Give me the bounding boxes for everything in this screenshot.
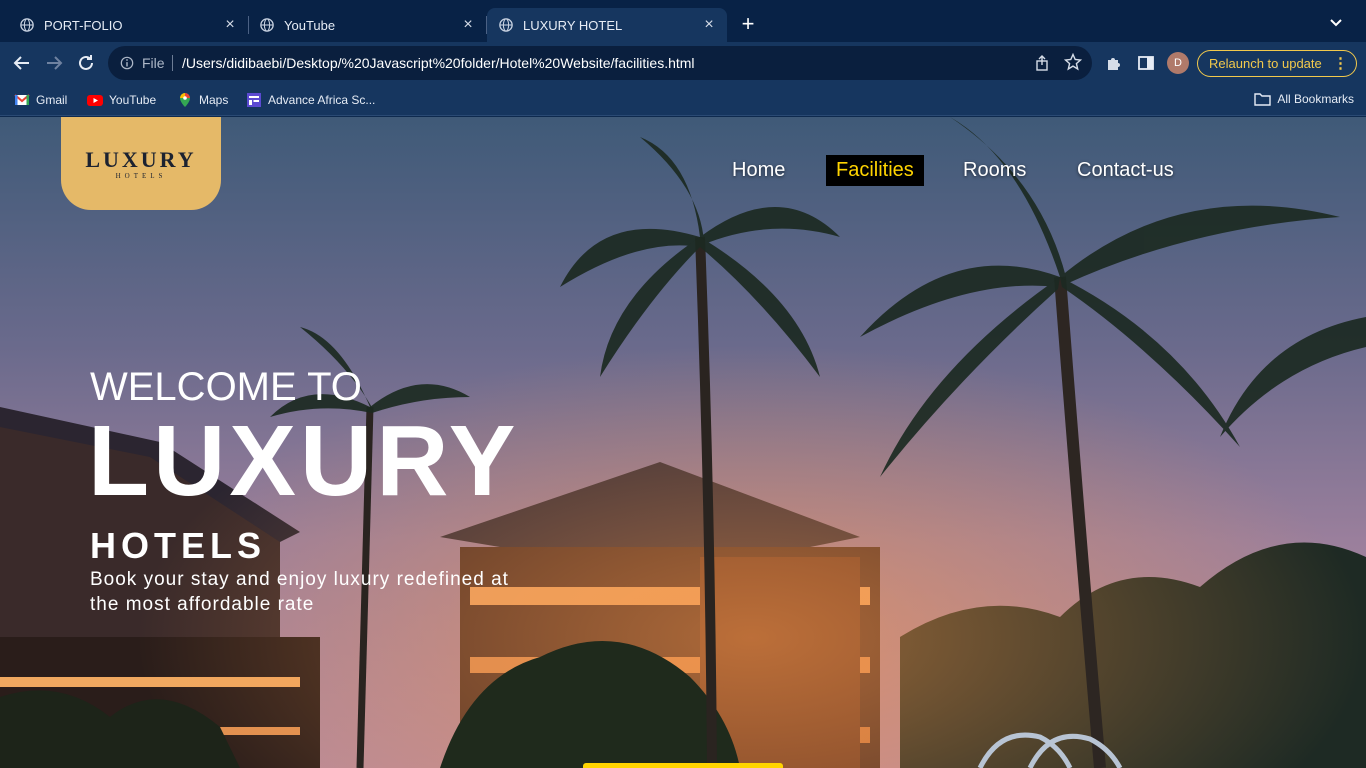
star-icon[interactable] xyxy=(1064,53,1082,71)
hero-subtitle: HOTELS xyxy=(90,525,267,566)
tab-title: LUXURY HOTEL xyxy=(523,17,623,33)
site-favicon xyxy=(247,93,261,107)
share-icon[interactable] xyxy=(1034,55,1050,71)
browser-toolbar: File /Users/didibaebi/Desktop/%20Javascr… xyxy=(0,42,1366,84)
bookmark-advance-africa[interactable]: Advance Africa Sc... xyxy=(246,92,375,108)
youtube-icon xyxy=(87,95,103,106)
close-icon[interactable]: × xyxy=(222,17,238,33)
globe-icon xyxy=(260,18,274,32)
bookmarks-bar: Gmail YouTube Maps Advance Africa Sc... … xyxy=(0,84,1366,116)
divider xyxy=(172,55,173,71)
url-text[interactable]: /Users/didibaebi/Desktop/%20Javascript%2… xyxy=(182,55,695,71)
address-bar[interactable]: File /Users/didibaebi/Desktop/%20Javascr… xyxy=(108,46,1092,80)
globe-icon xyxy=(499,18,513,32)
tab-strip: PORT-FOLIO × YouTube × LUXURY HOTEL × + xyxy=(0,0,1366,42)
logo-subword: HOTELS xyxy=(115,172,167,180)
more-menu-icon[interactable]: ⋮ xyxy=(1333,51,1348,76)
bookmark-gmail[interactable]: Gmail xyxy=(14,92,67,108)
all-bookmarks-button[interactable]: All Bookmarks xyxy=(1254,92,1354,106)
extensions-puzzle-icon[interactable] xyxy=(1105,54,1123,72)
side-panel-icon[interactable] xyxy=(1137,54,1155,72)
bookmark-label: Gmail xyxy=(36,93,68,107)
profile-avatar[interactable]: D xyxy=(1167,52,1189,74)
chevron-down-icon[interactable] xyxy=(1328,14,1344,30)
forward-arrow-icon[interactable] xyxy=(42,51,66,75)
hero-welcome: WELCOME TO xyxy=(90,365,362,409)
new-tab-button[interactable]: + xyxy=(736,13,760,37)
nav-facilities[interactable]: Facilities xyxy=(826,155,924,186)
scheme-label: File xyxy=(142,55,165,71)
back-arrow-icon[interactable] xyxy=(10,51,34,75)
bookmark-label: Maps xyxy=(199,93,229,107)
tab-title: PORT-FOLIO xyxy=(44,17,123,33)
info-icon[interactable] xyxy=(120,56,134,70)
relaunch-label: Relaunch to update xyxy=(1209,56,1322,71)
book-now-button[interactable] xyxy=(583,763,783,768)
tab-portfolio[interactable]: PORT-FOLIO × xyxy=(0,8,249,42)
tab-luxury-hotel[interactable]: LUXURY HOTEL × xyxy=(487,8,727,42)
bookmark-label: Advance Africa Sc... xyxy=(268,93,376,107)
tab-title: YouTube xyxy=(284,17,336,33)
hotel-logo[interactable]: LUXURY HOTELS xyxy=(61,117,221,210)
logo-word: LUXURY xyxy=(85,147,197,172)
close-icon[interactable]: × xyxy=(460,17,476,33)
reload-icon[interactable] xyxy=(74,51,98,75)
bookmark-maps[interactable]: Maps xyxy=(177,92,228,108)
nav-home[interactable]: Home xyxy=(732,155,785,186)
maps-pin-icon xyxy=(180,93,190,107)
hotel-page: LUXURY HOTELS Home Facilities Rooms Cont… xyxy=(0,117,1366,768)
nav-rooms[interactable]: Rooms xyxy=(963,155,1026,186)
hero-tagline: Book your stay and enjoy luxury redefine… xyxy=(90,569,509,615)
tab-youtube[interactable]: YouTube × xyxy=(248,8,487,42)
bookmark-youtube[interactable]: YouTube xyxy=(87,92,156,108)
folder-icon xyxy=(1254,93,1272,106)
globe-icon xyxy=(20,18,34,32)
all-bookmarks-label: All Bookmarks xyxy=(1277,92,1354,106)
gmail-icon xyxy=(14,94,30,105)
bookmark-label: YouTube xyxy=(109,93,157,107)
relaunch-button[interactable]: Relaunch to update ⋮ xyxy=(1197,50,1357,77)
nav-contact-us[interactable]: Contact-us xyxy=(1077,155,1174,186)
hero-title: LUXURY xyxy=(88,405,520,517)
close-icon[interactable]: × xyxy=(701,17,717,33)
